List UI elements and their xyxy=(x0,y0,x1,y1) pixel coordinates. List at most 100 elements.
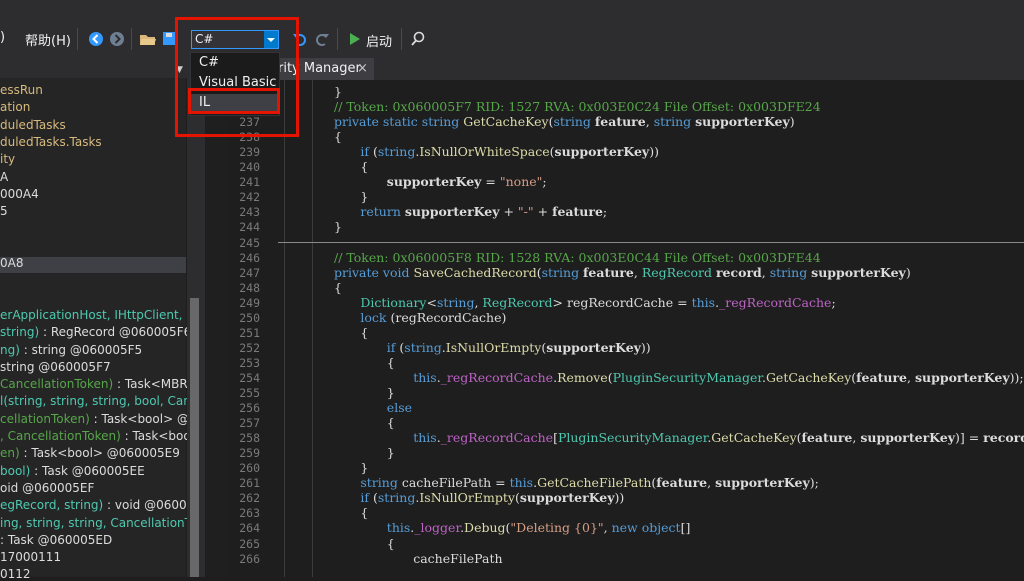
forward-icon[interactable] xyxy=(108,30,126,48)
line-number: 252 xyxy=(239,340,260,355)
tree-item[interactable]: CancellationToken) : Task<MBRe xyxy=(0,377,195,391)
tree-item-text: cellationToken) xyxy=(0,411,90,426)
code-line: if (string.IsNullOrEmpty(supporterKey)) xyxy=(360,490,624,505)
code-token: Dictionary xyxy=(360,294,427,310)
back-icon[interactable] xyxy=(87,30,105,48)
code-line: { xyxy=(360,159,368,174)
tree-item-text: : Task<bool> @060005E9 xyxy=(19,446,180,461)
start-label[interactable]: 启动 xyxy=(366,31,392,50)
tree-item[interactable]: 000A4 xyxy=(0,187,39,201)
code-token: { xyxy=(334,129,342,145)
tree-item-text: en) xyxy=(0,446,20,461)
code-token: ; xyxy=(542,174,547,190)
tree-item-text: ity xyxy=(0,152,16,167)
code-token: RegRecord xyxy=(482,294,553,310)
tree-item-text: oid @060005EF xyxy=(0,480,95,495)
code-token: , xyxy=(707,475,716,491)
tree-item-text: ation xyxy=(0,100,31,115)
tree-item-text: 17000111 xyxy=(0,550,62,565)
line-number: 264 xyxy=(239,521,260,536)
code-token: string xyxy=(404,339,442,355)
tree-item-text: : Task @060005EE xyxy=(30,463,145,478)
code-token: supporterKey xyxy=(860,430,955,446)
line-number: 266 xyxy=(239,551,260,566)
code-token: new xyxy=(611,520,642,536)
code-token: feature xyxy=(856,369,908,385)
code-token: supporterKey xyxy=(554,144,650,160)
code-line: { xyxy=(360,325,368,340)
tree-item[interactable]: oid @060005EF xyxy=(0,481,94,495)
tree-item-text: egRecord, string) xyxy=(0,498,104,513)
line-number: 243 xyxy=(239,205,260,220)
code-token: } xyxy=(360,460,369,476)
tree-item[interactable]: l(string, string, string, bool, Canc xyxy=(0,394,197,408)
tree-item-text: duledTasks.Tasks xyxy=(0,134,102,149)
code-token: supporterKey xyxy=(715,475,810,491)
tree-item[interactable]: 0A8 xyxy=(0,256,23,270)
tree-item[interactable]: A xyxy=(0,170,8,184)
tree-item[interactable]: 0112 xyxy=(0,567,31,581)
tree-item[interactable]: , CancellationToken) : Task<bool xyxy=(0,429,194,443)
tree-item[interactable]: duledTasks.Tasks xyxy=(0,135,102,149)
search-icon[interactable] xyxy=(409,30,427,48)
close-icon[interactable]: × xyxy=(357,61,368,76)
tree-item-text: : Task @060005ED xyxy=(0,532,113,547)
tree-item[interactable]: en) : Task<bool> @060005E9 xyxy=(0,446,180,460)
code-token: this xyxy=(509,475,534,491)
tree-item[interactable]: egRecord, string) : void @060005 xyxy=(0,498,202,512)
tree-item[interactable]: ing, string, string, CancellationTo xyxy=(0,516,197,530)
code-token: supporterKey xyxy=(386,174,482,190)
tree-item-text: duledTasks xyxy=(0,117,66,132)
tree-item[interactable]: string) : RegRecord @060005F6 xyxy=(0,325,191,339)
code-token: cacheFilePath xyxy=(413,550,503,566)
tree-item[interactable]: : Task @060005ED xyxy=(0,533,112,547)
code-line: this._regRecordCache.Remove(PluginSecuri… xyxy=(413,370,1023,385)
tree-item[interactable]: cellationToken) : Task<bool> @0 xyxy=(0,412,197,426)
tree-item-text: , CancellationToken) xyxy=(0,429,121,443)
code-token: feature xyxy=(656,475,708,491)
tree-item[interactable]: duledTasks xyxy=(0,118,66,132)
code-token: { xyxy=(386,354,395,370)
panel-splitter[interactable] xyxy=(206,78,228,577)
tree-item[interactable]: erApplicationHost, IHttpClient, IJ xyxy=(0,308,193,322)
redo-icon[interactable] xyxy=(313,30,331,48)
code-token: private static xyxy=(334,114,422,130)
code-line: this._regRecordCache[PluginSecurityManag… xyxy=(413,430,1024,445)
line-number: 242 xyxy=(239,190,260,205)
tree-item[interactable]: bool) : Task @060005EE xyxy=(0,464,145,478)
code-token: record xyxy=(983,430,1024,446)
line-number: 253 xyxy=(239,355,260,370)
menu-item-fragment[interactable]: ) xyxy=(0,30,5,45)
tree-item[interactable]: essRun xyxy=(0,83,43,97)
code-token: Debug xyxy=(464,520,506,536)
play-icon[interactable] xyxy=(346,30,364,48)
line-number: 261 xyxy=(239,476,260,491)
code-line: string cacheFilePath = this.GetCacheFile… xyxy=(360,475,818,490)
line-number: 257 xyxy=(239,416,260,431)
code-token: + xyxy=(533,204,553,220)
tree-item[interactable]: 17000111 xyxy=(0,550,61,564)
code-token: [] xyxy=(680,520,691,536)
open-folder-icon[interactable] xyxy=(139,30,157,48)
code-token: SaveCachedRecord xyxy=(413,264,537,280)
code-token: string xyxy=(553,114,595,130)
tree-item[interactable]: ng) : string @060005F5 xyxy=(0,343,142,357)
tree-item-text: essRun xyxy=(0,83,43,97)
line-number: 251 xyxy=(239,325,260,340)
tree-item[interactable]: string @060005F7 xyxy=(0,360,111,374)
code-line: { xyxy=(387,536,395,551)
code-token: if xyxy=(360,490,373,506)
code-line: } xyxy=(334,219,342,234)
tree-scrollbar-thumb[interactable] xyxy=(190,298,199,577)
toolbar-separator xyxy=(401,28,402,50)
menu-help[interactable]: 帮助(H) xyxy=(25,30,71,49)
tree-item[interactable]: ity xyxy=(0,152,15,166)
tree-item[interactable]: ation xyxy=(0,100,30,114)
code-token: , xyxy=(645,114,654,130)
code-token: , xyxy=(761,264,770,280)
member-separator xyxy=(278,242,1024,243)
tree-item[interactable]: 5 xyxy=(0,204,8,218)
code-token: } xyxy=(334,84,342,99)
code-token: _logger xyxy=(414,520,461,536)
line-number: 247 xyxy=(239,265,260,280)
